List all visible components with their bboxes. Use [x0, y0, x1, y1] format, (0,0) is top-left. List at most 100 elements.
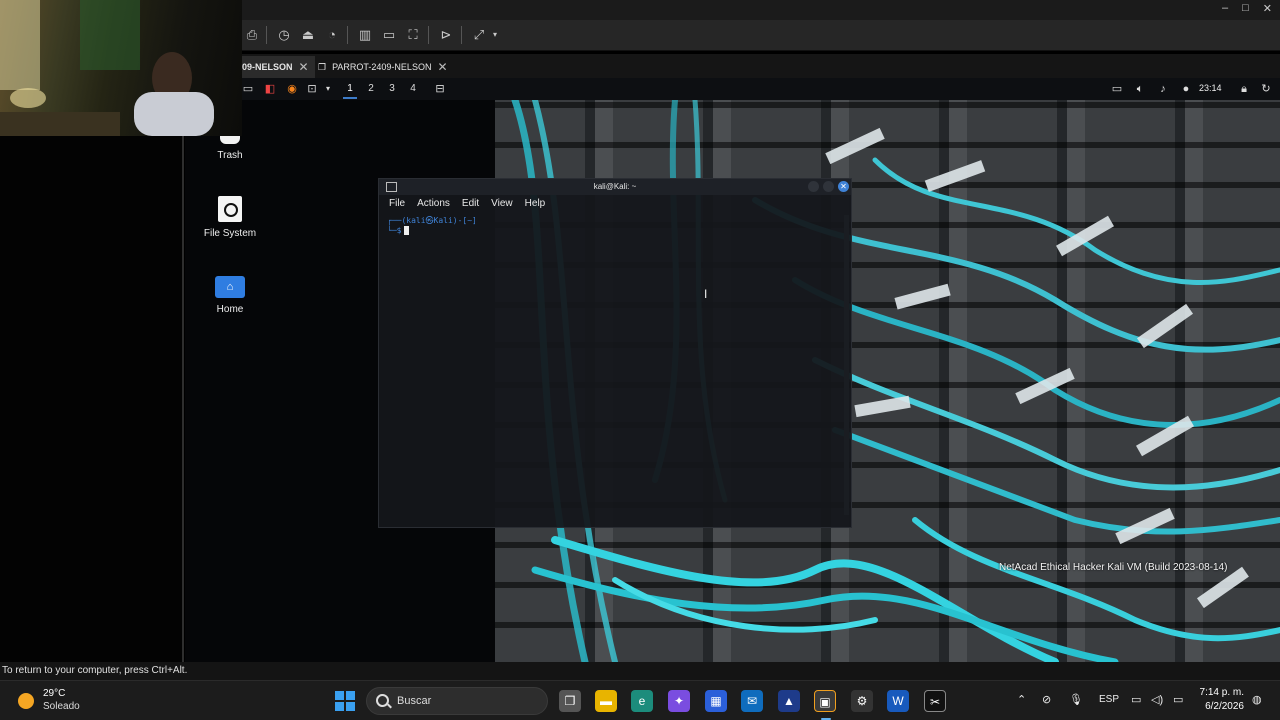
windows-taskbar: 29°C Soleado Buscar ❐ ▬ e ✦ ▦ ✉ ▲ ▣ ⚙ W …	[0, 680, 1280, 720]
desktop-icon-label: Trash	[217, 150, 243, 161]
prompt-symbol: └─$	[387, 226, 402, 235]
close-button[interactable]: ✕	[838, 181, 849, 192]
text-editor-icon[interactable]: ◧	[263, 82, 277, 96]
chevron-up-icon[interactable]: ⌃	[1017, 693, 1026, 706]
maximize-button[interactable]	[823, 181, 834, 192]
tab-kali-vm[interactable]: 09-NELSON ✕	[236, 56, 315, 78]
toolbar-divider	[428, 26, 429, 44]
terminal-app-icon	[386, 182, 397, 192]
task-view-icon[interactable]: ❐	[559, 690, 581, 712]
taskbar-search-box[interactable]: Buscar	[366, 687, 548, 715]
logout-icon[interactable]: ↻	[1259, 82, 1273, 96]
close-button[interactable]: ✕	[1263, 2, 1272, 15]
input-language[interactable]: ESP	[1099, 694, 1119, 705]
terminal-window-buttons: ✕	[808, 181, 849, 192]
terminal-window-button-icon[interactable]: ⊟	[433, 82, 447, 96]
snapshot-manager-icon[interactable]: ◔	[323, 26, 341, 44]
file-explorer-icon[interactable]: ▬	[595, 690, 617, 712]
volume-icon[interactable]: ◁)	[1151, 693, 1163, 706]
toolbar-divider	[461, 26, 462, 44]
lock-icon[interactable]: 🔒︎	[1237, 82, 1251, 96]
vm-tab-icon: ❐	[318, 61, 327, 72]
menu-file[interactable]: File	[389, 198, 405, 209]
workspace-1[interactable]: 1	[343, 81, 357, 99]
desktop-icon-file-system[interactable]: File System	[190, 196, 270, 239]
menu-help[interactable]: Help	[525, 198, 546, 209]
terminal-title: kali@Kali: ~	[593, 182, 637, 191]
kali-top-panel: ▭ ◧ ◉ ⊡ ▾ 1 2 3 4 ⊟ ▭ 🔈︎ ♪ ● 23:14 🔒︎ ↻	[185, 78, 1280, 100]
ibeam-cursor-icon: I	[704, 287, 708, 301]
outlook-icon[interactable]: ✉	[741, 690, 763, 712]
library-view-icon[interactable]: ▥	[356, 26, 374, 44]
toolbar-divider	[266, 26, 267, 44]
minimize-button[interactable]: –	[1222, 2, 1228, 15]
home-folder-icon: ⌂	[215, 276, 245, 298]
workspace-3[interactable]: 3	[385, 81, 399, 97]
tab-parrot-vm[interactable]: ❐ PARROT-2409-NELSON ✕	[312, 56, 454, 78]
workspace-2[interactable]: 2	[364, 81, 378, 97]
stretch-dropdown-icon[interactable]: ▾	[490, 26, 500, 44]
vmware-status-message: To return to your computer, press Ctrl+A…	[0, 662, 1280, 680]
microphone-icon[interactable]: 🎙︎	[1069, 693, 1083, 706]
send-ctrl-alt-del-icon[interactable]: ⎙	[243, 26, 261, 44]
text-cursor	[404, 226, 410, 235]
volume-icon[interactable]: 🔈︎	[1133, 82, 1147, 96]
menu-view[interactable]: View	[491, 198, 513, 209]
menu-actions[interactable]: Actions	[417, 198, 450, 209]
tab-close-icon[interactable]: ✕	[437, 60, 447, 74]
vm-build-watermark: NetAcad Ethical Hacker Kali VM (Build 20…	[999, 562, 1228, 573]
terminal-menubar: File Actions Edit View Help	[379, 195, 851, 212]
network-off-icon[interactable]: ⊘	[1042, 693, 1051, 706]
maximize-button[interactable]: □	[1242, 2, 1249, 15]
word-icon[interactable]: W	[887, 690, 909, 712]
library-panel	[0, 136, 184, 662]
display-icon[interactable]: ▭	[1110, 82, 1124, 96]
search-icon	[376, 694, 389, 707]
fullscreen-icon[interactable]: ⛶	[404, 26, 422, 44]
drive-icon	[218, 196, 242, 222]
minimize-button[interactable]	[808, 181, 819, 192]
search-placeholder: Buscar	[397, 695, 432, 707]
webcam-overlay	[0, 0, 242, 136]
copilot-icon[interactable]: ✦	[668, 690, 690, 712]
prompt-line-2: └─$	[387, 226, 843, 236]
stretch-guest-icon[interactable]: ⤢	[470, 26, 488, 44]
tab-label: PARROT-2409-NELSON	[332, 62, 432, 72]
start-button[interactable]	[335, 691, 355, 711]
menu-edit[interactable]: Edit	[462, 198, 479, 209]
terminal-output[interactable]: ┌──(kali㉿Kali)-[~] └─$	[379, 212, 851, 240]
power-manager-icon[interactable]: ●	[1179, 82, 1193, 96]
panel-clock[interactable]: 23:14	[1199, 83, 1222, 93]
taskbar-date[interactable]: 6/2/2026	[1196, 701, 1244, 712]
weather-description[interactable]: Soleado	[43, 701, 80, 712]
capcut-icon[interactable]: ✂	[924, 690, 946, 712]
taskbar-time[interactable]: 7:14 p. m.	[1196, 687, 1244, 698]
thumbnail-view-icon[interactable]: ▭	[380, 26, 398, 44]
vmware-workstation-icon[interactable]: ▣	[814, 690, 836, 720]
microsoft-store-icon[interactable]: ▦	[705, 690, 727, 712]
sun-icon[interactable]	[18, 693, 34, 709]
display-icon[interactable]: ▭	[1131, 693, 1141, 706]
desktop-icon-home[interactable]: ⌂ Home	[190, 276, 270, 315]
battery-icon[interactable]: ▭	[1173, 693, 1183, 706]
edge-browser-icon[interactable]: e	[631, 690, 653, 712]
tab-close-icon[interactable]: ✕	[299, 60, 309, 74]
weather-temperature[interactable]: 29°C	[43, 688, 65, 699]
terminal-window[interactable]: kali@Kali: ~ ✕ File Actions Edit View He…	[378, 178, 852, 528]
revert-snapshot-icon[interactable]: ⏏	[299, 26, 317, 44]
file-manager-icon[interactable]: ▭	[241, 82, 255, 96]
terminal-launcher-icon[interactable]: ⊡	[305, 82, 319, 96]
chevron-down-icon[interactable]: ▾	[321, 82, 335, 96]
terminal-scrollbar[interactable]	[844, 215, 849, 515]
tab-label: 09-NELSON	[242, 62, 293, 72]
workspace-4[interactable]: 4	[406, 81, 420, 97]
arc-app-icon[interactable]: ▲	[778, 690, 800, 712]
terminal-titlebar[interactable]: kali@Kali: ~ ✕	[379, 179, 851, 195]
firefox-icon[interactable]: ◉	[285, 82, 299, 96]
prompt-line-1: ┌──(kali㉿Kali)-[~]	[387, 216, 477, 225]
snapshot-icon[interactable]: ◷	[275, 26, 293, 44]
console-view-icon[interactable]: ⊳	[437, 26, 455, 44]
settings-app-icon[interactable]: ⚙	[851, 690, 873, 712]
notifications-icon[interactable]: ♪	[1156, 82, 1170, 96]
notification-bell-icon[interactable]: ◍	[1252, 693, 1262, 706]
